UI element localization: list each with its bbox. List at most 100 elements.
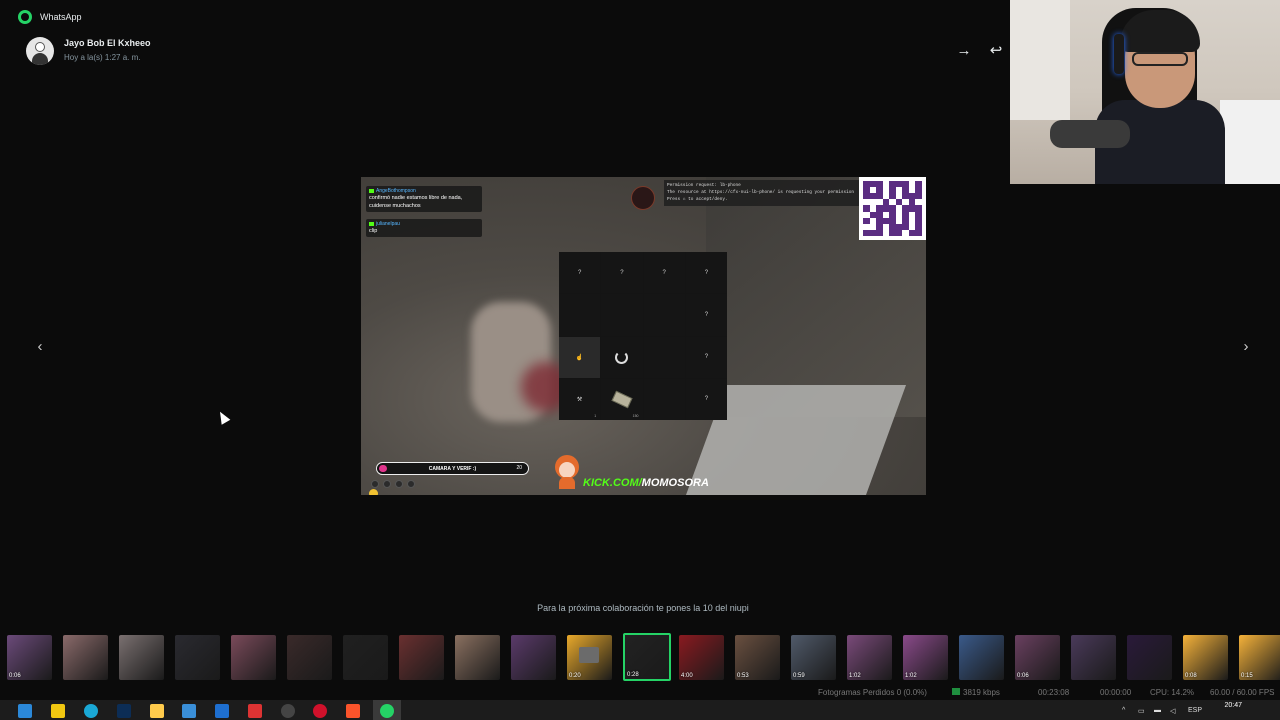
media-thumbnail[interactable] xyxy=(399,635,444,680)
puzzle-cell: 150 xyxy=(601,378,643,420)
overlay-dots xyxy=(371,480,415,488)
cpu-usage: CPU: 14.2% xyxy=(1150,688,1195,697)
hand-pointer-icon: ☝ xyxy=(575,354,584,361)
puzzle-cell: ☝ xyxy=(559,336,601,378)
store-icon[interactable] xyxy=(182,704,196,718)
media-thumbnail[interactable] xyxy=(511,635,556,680)
tray-network-icon[interactable]: ▭ xyxy=(1138,707,1145,715)
puzzle-cell xyxy=(643,378,685,420)
next-media-icon[interactable]: › xyxy=(1235,336,1257,358)
media-thumbnail[interactable]: 1:02 xyxy=(847,635,892,680)
whatsapp-logo-icon xyxy=(18,10,32,24)
windows-start-icon[interactable] xyxy=(18,704,32,718)
puzzle-cell: ? xyxy=(685,294,727,336)
obs-icon[interactable] xyxy=(281,704,295,718)
webcam-person-hair xyxy=(1120,10,1200,52)
windows-taskbar: ^ ▭ ▬ ◁ ESP 20:47 xyxy=(0,700,1280,720)
tray-battery-icon[interactable]: ▬ xyxy=(1154,707,1161,714)
permission-line: The resource at https://cfx-nui-lb-phone… xyxy=(667,190,855,195)
thumbnail-duration: 0:28 xyxy=(627,672,639,678)
media-thumbnail[interactable]: 0:53 xyxy=(735,635,780,680)
media-thumbnail-strip: 0:06 0:20 0:28 4:00 0:53 0:59 1:02 1:02 0:06 0:08… xyxy=(0,632,1280,682)
hammer-icon: ⚒ xyxy=(576,396,583,403)
media-thumbnail[interactable] xyxy=(231,635,276,680)
mail-icon[interactable] xyxy=(215,704,229,718)
thumbnail-duration: 0:59 xyxy=(793,673,805,679)
stream-time: 00:23:08 xyxy=(1038,688,1070,697)
thumbnail-duration: 1:02 xyxy=(905,673,917,679)
kick-channel-name: MOMOSORA xyxy=(641,477,709,489)
puzzle-cell: ? xyxy=(559,252,601,294)
media-thumbnail[interactable] xyxy=(119,635,164,680)
media-thumbnail[interactable] xyxy=(959,635,1004,680)
media-thumbnail[interactable]: 0:06 xyxy=(1015,635,1060,680)
recording-time: 00:00:00 xyxy=(1100,688,1132,697)
thumbnail-duration: 4:00 xyxy=(681,673,693,679)
media-viewer-header: Jayo Bob El Kxheeo Hoy a la(s) 1:27 a. m… xyxy=(0,34,1010,70)
opera-icon[interactable] xyxy=(313,704,327,718)
media-caption: Para la próxima colaboración te pones la… xyxy=(537,603,749,613)
obs-stats-bar: Fotogramas Perdidos 0 (0.0%) 3819 kbps 0… xyxy=(0,686,1280,700)
browser-icon[interactable] xyxy=(248,704,262,718)
previous-media-icon[interactable]: ‹ xyxy=(29,336,51,358)
brave-icon[interactable] xyxy=(346,704,360,718)
stream-chat-message: AngeBothompson confirmó nadie estamos li… xyxy=(366,186,482,212)
thumbnail-duration: 0:53 xyxy=(737,673,749,679)
reply-icon[interactable]: ↩ xyxy=(985,40,1007,62)
photoshop-icon[interactable] xyxy=(117,704,131,718)
whatsapp-icon[interactable] xyxy=(380,704,394,718)
window-titlebar: WhatsApp xyxy=(0,0,1010,34)
qr-module xyxy=(915,229,922,236)
media-thumbnail[interactable] xyxy=(63,635,108,680)
file-explorer-icon[interactable] xyxy=(51,704,65,718)
media-thumbnail[interactable] xyxy=(1071,635,1116,680)
permission-line: Permission request: lb-phone xyxy=(667,183,741,188)
media-thumbnail[interactable] xyxy=(343,635,388,680)
stream-goal-bar: CAMARA Y VERIF :) 20 xyxy=(376,462,529,475)
media-thumbnail[interactable] xyxy=(1127,635,1172,680)
thumbnail-duration: 0:06 xyxy=(9,673,21,679)
media-thumbnail[interactable]: 1:02 xyxy=(903,635,948,680)
dropped-frames: Fotogramas Perdidos 0 (0.0%) xyxy=(818,688,927,697)
clock-time: 20:47 xyxy=(1224,702,1242,709)
media-thumbnail[interactable]: 0:08 xyxy=(1183,635,1228,680)
puzzle-cell: ? xyxy=(685,378,727,420)
media-thumbnail[interactable]: 0:20 xyxy=(567,635,612,680)
goal-count: 20 xyxy=(516,465,522,471)
edge-icon[interactable] xyxy=(84,704,98,718)
chat-message-text: clip xyxy=(369,228,378,234)
puzzle-cell xyxy=(601,336,643,378)
network-icon xyxy=(952,688,960,695)
avatar-body-shape xyxy=(32,53,48,65)
qr-code-icon xyxy=(859,177,926,240)
taskbar-clock[interactable]: 20:47 xyxy=(1224,702,1242,710)
tray-chevron-icon[interactable]: ^ xyxy=(1122,707,1125,714)
media-thumbnail[interactable] xyxy=(175,635,220,680)
bitrate: 3819 kbps xyxy=(952,688,1000,697)
media-thumbnail[interactable] xyxy=(455,635,500,680)
media-thumbnail[interactable]: 0:59 xyxy=(791,635,836,680)
image-placeholder-icon xyxy=(579,647,599,663)
media-video[interactable]: AngeBothompson confirmó nadie estamos li… xyxy=(361,177,926,495)
cash-stack-icon xyxy=(611,390,633,409)
media-thumbnail[interactable]: 0:15 xyxy=(1239,635,1280,680)
folder-icon[interactable] xyxy=(150,704,164,718)
webcam-door xyxy=(1010,0,1070,120)
permission-request-notice: Permission request: lb-phone The resourc… xyxy=(664,180,859,206)
media-thumbnail[interactable]: 0:28 xyxy=(623,633,671,681)
media-thumbnail[interactable]: 4:00 xyxy=(679,635,724,680)
stream-chat-message: julianelpau clip xyxy=(366,219,482,237)
puzzle-cell xyxy=(559,294,601,336)
forward-icon[interactable]: → xyxy=(953,40,975,62)
tray-volume-icon[interactable]: ◁ xyxy=(1170,707,1175,715)
sender-avatar[interactable] xyxy=(26,37,54,65)
media-thumbnail[interactable]: 0:06 xyxy=(7,635,52,680)
puzzle-cell: ? xyxy=(685,336,727,378)
loading-spinner-icon xyxy=(615,350,629,364)
media-thumbnail[interactable] xyxy=(287,635,332,680)
puzzle-cell: ? xyxy=(685,252,727,294)
thumbnail-duration: 0:20 xyxy=(569,673,581,679)
tray-language[interactable]: ESP xyxy=(1188,707,1202,714)
puzzle-cell: ? xyxy=(601,252,643,294)
puzzle-cell xyxy=(601,294,643,336)
